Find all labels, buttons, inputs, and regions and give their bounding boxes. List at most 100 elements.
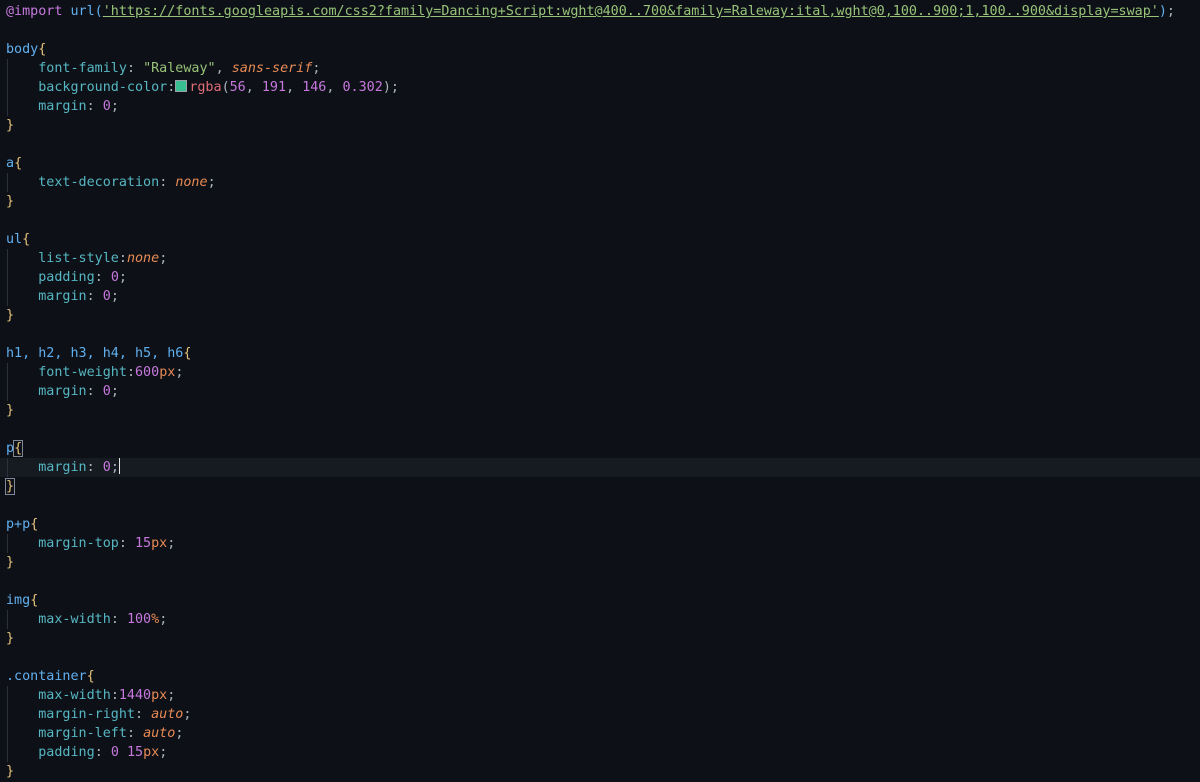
code-line[interactable]: margin: 0; [0,458,1200,477]
code-token: auto [143,726,176,741]
indent-guide [7,705,8,724]
code-line[interactable] [0,648,1200,667]
code-line[interactable]: body{ [0,40,1200,59]
code-token: url( [70,4,103,19]
code-editor[interactable]: @import url('https://fonts.googleapis.co… [0,0,1200,782]
code-line[interactable]: margin-left: auto; [0,724,1200,743]
indent-guide [7,743,8,762]
code-line[interactable]: ul{ [0,230,1200,249]
code-line[interactable]: h1, h2, h3, h4, h5, h6{ [0,344,1200,363]
code-token: { [14,156,23,171]
code-line[interactable] [0,325,1200,344]
code-line[interactable]: @import url('https://fonts.googleapis.co… [0,2,1200,21]
code-line[interactable]: } [0,116,1200,135]
code-line[interactable]: } [0,306,1200,325]
code-token: { [86,669,95,684]
code-token: ; [118,270,127,285]
code-token: font-weight [6,365,127,380]
code-line[interactable]: } [0,401,1200,420]
code-token: margin-left [6,726,127,741]
code-line[interactable] [0,21,1200,40]
code-line[interactable] [0,496,1200,515]
code-token: ( [221,80,230,95]
code-token: 0 [102,460,111,475]
indent-guide [7,59,8,78]
code-line[interactable]: background-color: rgba(56, 191, 146, 0.30… [0,78,1200,97]
indent-guide [7,610,8,629]
code-token: : [159,175,176,190]
indent-guide [7,458,8,477]
code-line[interactable]: margin: 0; [0,97,1200,116]
code-line[interactable]: a{ [0,154,1200,173]
code-token: none [126,251,160,266]
code-token: 0 [102,289,111,304]
code-token: , [215,61,232,76]
code-token: { [30,593,39,608]
code-line[interactable]: font-weight:600px; [0,363,1200,382]
indent-guide [7,173,8,192]
code-line[interactable]: margin: 0; [0,382,1200,401]
code-line[interactable] [0,211,1200,230]
code-line[interactable] [0,572,1200,591]
code-line[interactable]: text-decoration: none; [0,173,1200,192]
code-line[interactable]: } [0,629,1200,648]
code-token: : [94,745,111,760]
code-token: { [183,346,192,361]
code-token: 600 [135,365,160,380]
code-token: margin [6,99,87,114]
code-token: 0 [110,270,119,285]
indent-guide [7,363,8,382]
code-line[interactable]: img{ [0,591,1200,610]
text-cursor [118,458,120,474]
code-line[interactable]: } [0,762,1200,781]
color-swatch-icon[interactable] [175,80,188,92]
code-token: ; [175,365,184,380]
code-token: h1, h2, h3, h4, h5, h6 [6,346,184,361]
code-line[interactable]: font-family: "Raleway", sans-serif; [0,59,1200,78]
code-line[interactable]: } [0,553,1200,572]
code-token: : [126,365,135,380]
code-line[interactable]: max-width:1440px; [0,686,1200,705]
code-line[interactable]: list-style:none; [0,249,1200,268]
code-token: ul [6,232,23,247]
code-token: 56 [229,80,246,95]
code-token: { [13,440,24,457]
code-token: : [86,460,103,475]
code-token: ; [390,80,399,95]
code-token: 146 [302,80,327,95]
code-line[interactable]: max-width: 100%; [0,610,1200,629]
code-line[interactable] [0,420,1200,439]
indent-guide [7,249,8,268]
code-token: none [175,175,208,190]
code-token: ; [183,707,192,722]
code-token: px [151,688,168,703]
code-line[interactable]: .container{ [0,667,1200,686]
code-line[interactable]: padding: 0; [0,268,1200,287]
code-lines[interactable]: @import url('https://fonts.googleapis.co… [0,2,1200,781]
code-token: ; [110,289,119,304]
code-token: 15 [135,536,152,551]
code-token: } [6,631,15,646]
code-token: 0 [102,99,111,114]
code-token: ; [159,745,168,760]
code-line[interactable]: } [0,192,1200,211]
indent-guide [7,268,8,287]
code-line[interactable]: margin-top: 15px; [0,534,1200,553]
code-token: } [6,764,15,779]
code-line[interactable]: padding: 0 15px; [0,743,1200,762]
code-token: , [245,80,262,95]
code-token: margin-right [6,707,135,722]
code-token: ; [110,99,119,114]
code-line[interactable] [0,135,1200,154]
code-line[interactable]: margin: 0; [0,287,1200,306]
code-line[interactable]: margin-right: auto; [0,705,1200,724]
code-token: 191 [261,80,287,95]
indent-guide [7,78,8,97]
indent-guide [7,97,8,116]
code-line[interactable]: } [0,477,1200,496]
code-token: .container [6,669,87,684]
code-line[interactable]: p+p{ [0,515,1200,534]
code-line[interactable]: p{ [0,439,1200,458]
code-token: : [126,726,144,741]
code-token: margin [6,460,87,475]
